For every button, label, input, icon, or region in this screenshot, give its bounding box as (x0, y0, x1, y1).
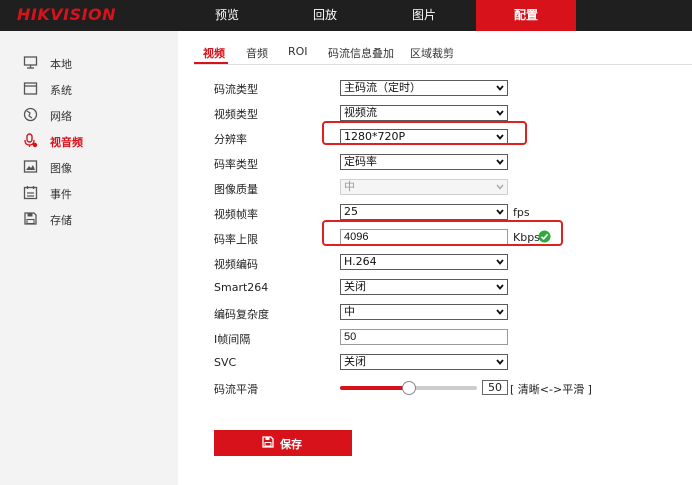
i-frame-interval-input[interactable] (340, 329, 508, 345)
chevron-down-icon (496, 284, 504, 290)
window-icon (23, 82, 38, 95)
floppy-disk-icon (24, 212, 37, 225)
sidebar-item-system[interactable]: 系统 (0, 77, 178, 101)
stream-smoothing-value[interactable]: 50 (482, 380, 508, 395)
image-quality-select: 中 (340, 179, 508, 195)
video-encoding-label: 视频编码 (214, 258, 258, 271)
smart264-value: 关闭 (344, 280, 366, 293)
frame-rate-value: 25 (344, 205, 358, 218)
nav-picture[interactable]: 图片 (374, 0, 474, 31)
save-button-label: 保存 (280, 439, 302, 451)
sidebar-item-video-audio[interactable]: 视音频 (0, 129, 178, 153)
top-nav-bar: HIKVISION 预览 回放 图片 配置 (0, 0, 692, 31)
svc-value: 关闭 (344, 355, 366, 368)
chevron-down-icon (496, 159, 504, 165)
tab-region-crop[interactable]: 区域裁剪 (410, 45, 454, 61)
resolution-highlight-box (322, 121, 527, 145)
calendar-icon (23, 186, 38, 200)
max-bitrate-label: 码率上限 (214, 233, 258, 246)
slider-fill (340, 386, 409, 390)
sidebar-item-storage[interactable]: 存储 (0, 207, 178, 231)
frame-rate-select[interactable]: 25 (340, 204, 508, 220)
chevron-down-icon (496, 85, 504, 91)
nav-preview[interactable]: 预览 (178, 0, 276, 31)
tab-roi[interactable]: ROI (288, 45, 308, 58)
sidebar-item-label: 事件 (50, 188, 72, 201)
tab-divider (194, 64, 692, 65)
hikvision-logo: HIKVISION (17, 5, 117, 24)
image-quality-label: 图像质量 (214, 183, 258, 196)
max-bitrate-highlight-box (322, 220, 563, 246)
sidebar-item-label: 视音频 (50, 136, 83, 149)
sidebar-item-label: 图像 (50, 162, 72, 175)
bitrate-type-select[interactable]: 定码率 (340, 154, 508, 170)
bitrate-type-label: 码率类型 (214, 158, 258, 171)
stream-smoothing-label: 码流平滑 (214, 383, 258, 396)
tab-stream-info-overlay[interactable]: 码流信息叠加 (328, 45, 394, 61)
video-type-label: 视频类型 (214, 108, 258, 121)
sidebar-item-event[interactable]: 事件 (0, 181, 178, 205)
stream-smoothing-slider[interactable] (340, 381, 477, 395)
smart264-label: Smart264 (214, 281, 269, 294)
video-encoding-value: H.264 (344, 255, 377, 268)
video-encoding-select[interactable]: H.264 (340, 254, 508, 270)
sidebar-item-label: 本地 (50, 58, 72, 71)
encoding-complexity-select[interactable]: 中 (340, 304, 508, 320)
sidebar-item-image[interactable]: 图像 (0, 155, 178, 179)
sidebar-item-label: 系统 (50, 84, 72, 97)
chevron-down-icon (496, 359, 504, 365)
chevron-down-icon (496, 110, 504, 116)
sidebar-item-local[interactable]: 本地 (0, 51, 178, 75)
picture-icon (23, 160, 38, 173)
save-button[interactable]: 保存 (214, 430, 352, 456)
slider-thumb[interactable] (401, 381, 416, 395)
stream-type-value: 主码流（定时） (344, 81, 421, 94)
encoding-complexity-label: 编码复杂度 (214, 308, 269, 321)
svc-select[interactable]: 关闭 (340, 354, 508, 370)
sidebar-item-network[interactable]: 网络 (0, 103, 178, 127)
frame-rate-unit: fps (513, 206, 530, 219)
frame-rate-label: 视频帧率 (214, 208, 258, 221)
sidebar-item-label: 存储 (50, 214, 72, 227)
save-icon (262, 436, 274, 448)
chevron-down-icon (496, 184, 504, 190)
video-type-select[interactable]: 视频流 (340, 105, 508, 121)
resolution-label: 分辨率 (214, 133, 247, 146)
i-frame-interval-label: I帧间隔 (214, 333, 251, 346)
chevron-down-icon (496, 209, 504, 215)
sidebar: 本地 系统 网络 视音频 图像 事件 存储 (0, 31, 178, 485)
stream-type-label: 码流类型 (214, 83, 258, 96)
chevron-down-icon (496, 259, 504, 265)
globe-icon (23, 107, 38, 122)
stream-smoothing-hint: [ 清晰<->平滑 ] (510, 383, 592, 396)
sidebar-item-label: 网络 (50, 110, 72, 123)
tab-audio[interactable]: 音频 (246, 45, 268, 61)
nav-playback[interactable]: 回放 (276, 0, 374, 31)
image-quality-value: 中 (344, 180, 355, 193)
tab-video[interactable]: 视频 (203, 45, 225, 61)
smart264-select[interactable]: 关闭 (340, 279, 508, 295)
nav-configuration[interactable]: 配置 (476, 0, 576, 31)
monitor-icon (23, 56, 38, 69)
video-type-value: 视频流 (344, 106, 377, 119)
chevron-down-icon (496, 309, 504, 315)
encoding-complexity-value: 中 (344, 305, 355, 318)
stream-type-select[interactable]: 主码流（定时） (340, 80, 508, 96)
microphone-icon (24, 133, 38, 148)
bitrate-type-value: 定码率 (344, 155, 377, 168)
svc-label: SVC (214, 356, 237, 369)
